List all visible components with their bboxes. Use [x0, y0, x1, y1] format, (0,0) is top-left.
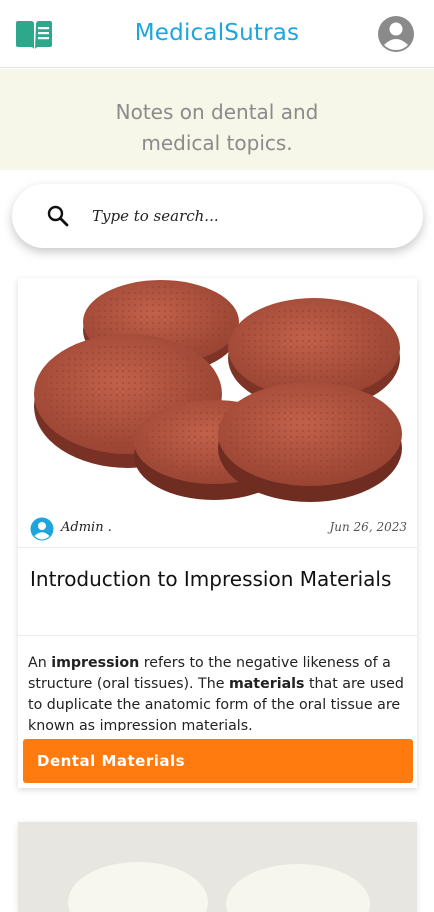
author-name[interactable]: Admin .: [61, 520, 112, 535]
category-button[interactable]: Dental Materials: [23, 739, 413, 783]
excerpt-text: An: [28, 655, 52, 671]
post-meta: Admin . Jun 26, 2023: [18, 508, 417, 548]
tagline-line-1: Notes on dental and: [115, 100, 319, 124]
post-date: Jun 26, 2023: [329, 520, 407, 534]
author-avatar-icon: [30, 517, 54, 541]
post-excerpt: An impression refers to the negative lik…: [28, 653, 410, 731]
site-title[interactable]: MedicalSutras: [0, 20, 434, 46]
account-circle-icon[interactable]: [377, 15, 415, 53]
app-header: MedicalSutras: [0, 0, 434, 68]
post-thumbnail[interactable]: [18, 278, 417, 508]
post-thumbnail: [18, 822, 417, 912]
tagline-banner: Notes on dental and medical topics.: [0, 69, 434, 170]
search-input[interactable]: [90, 200, 390, 232]
tagline-line-2: medical topics.: [141, 131, 293, 155]
excerpt-bold-term: impression: [51, 655, 140, 671]
search-icon[interactable]: [46, 204, 70, 228]
post-card[interactable]: [18, 822, 417, 912]
search-bar[interactable]: [12, 184, 423, 248]
post-card[interactable]: Admin . Jun 26, 2023 Introduction to Imp…: [18, 278, 417, 788]
post-title[interactable]: Introduction to Impression Materials: [30, 564, 400, 595]
divider: [18, 635, 417, 636]
site-tagline: Notes on dental and medical topics.: [60, 97, 374, 159]
excerpt-bold-term: materials: [228, 676, 305, 692]
impression-compound-discs-image: [34, 280, 402, 502]
